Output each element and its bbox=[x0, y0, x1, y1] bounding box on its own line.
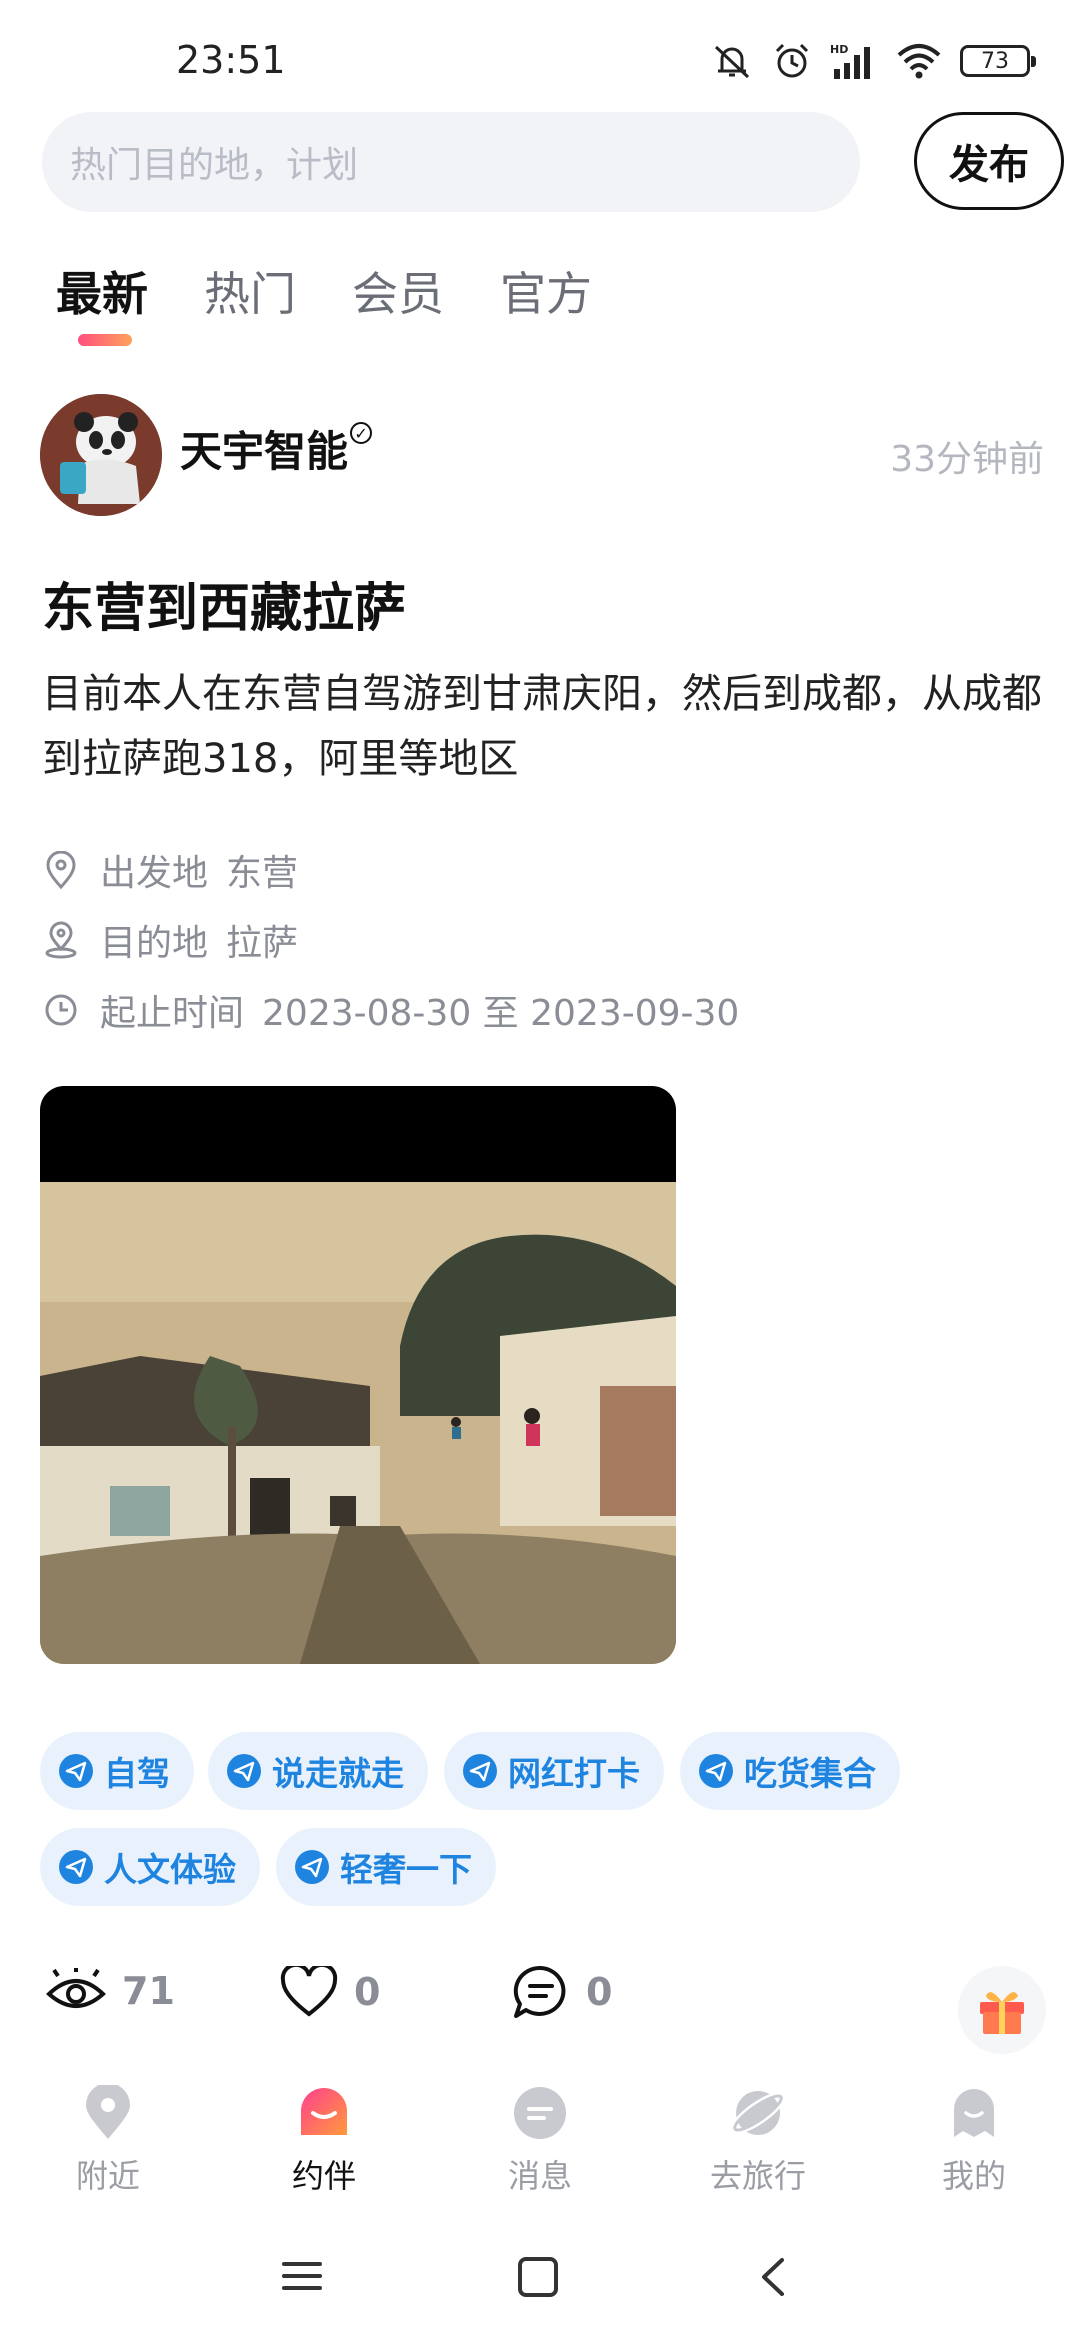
tag-light-luxury[interactable]: 轻奢一下 bbox=[276, 1828, 496, 1906]
planet-icon bbox=[730, 2091, 786, 2135]
signal-icon: HD bbox=[830, 43, 870, 79]
tag-spontaneous[interactable]: 说走就走 bbox=[208, 1732, 428, 1810]
tag-label: 网红打卡 bbox=[508, 1754, 640, 1793]
period-value: 2023-08-30 至 2023-09-30 bbox=[262, 993, 740, 1034]
post-photo[interactable] bbox=[40, 1086, 676, 1664]
departure-row: 出发地 东营 bbox=[44, 844, 298, 896]
eye-icon bbox=[46, 1968, 106, 2008]
nav-label: 我的 bbox=[941, 2157, 1006, 2195]
status-icons: HD 73 bbox=[710, 38, 1036, 84]
gift-button[interactable] bbox=[958, 1966, 1046, 2054]
comment-button[interactable]: 0 bbox=[512, 1964, 612, 2020]
menu-icon[interactable] bbox=[280, 2256, 324, 2296]
views-stat: 71 bbox=[46, 1968, 175, 2014]
search-input[interactable]: 热门目的地，计划 bbox=[42, 112, 860, 212]
likes-count: 0 bbox=[354, 1970, 381, 2014]
nav-nearby[interactable]: 附近 bbox=[38, 2085, 178, 2197]
mute-icon bbox=[714, 45, 750, 79]
status-time: 23:51 bbox=[176, 38, 286, 82]
tag-label: 人文体验 bbox=[104, 1850, 236, 1889]
svg-text:HD: HD bbox=[830, 43, 848, 56]
destination-row: 目的地 拉萨 bbox=[44, 914, 298, 966]
back-icon[interactable] bbox=[756, 2256, 790, 2298]
tag-label: 说走就走 bbox=[272, 1754, 404, 1793]
location-pin-icon bbox=[46, 851, 76, 889]
tag-label: 吃货集合 bbox=[744, 1754, 876, 1793]
views-count: 71 bbox=[122, 1969, 175, 2013]
avatar[interactable] bbox=[40, 394, 162, 516]
author-name-text: 天宇智能 bbox=[180, 427, 349, 476]
tab-indicator bbox=[78, 334, 132, 346]
gift-icon bbox=[980, 1992, 1024, 2034]
nav-messages[interactable]: 消息 bbox=[470, 2085, 610, 2197]
message-icon bbox=[514, 2087, 566, 2139]
battery-level: 73 bbox=[981, 48, 1009, 74]
nav-label: 消息 bbox=[507, 2157, 572, 2195]
send-icon bbox=[295, 1850, 329, 1884]
nav-companion[interactable]: 约伴 bbox=[254, 2085, 394, 2197]
destination-label: 目的地 bbox=[100, 923, 209, 964]
nav-profile[interactable]: 我的 bbox=[904, 2085, 1044, 2197]
publish-button[interactable]: 发布 bbox=[914, 112, 1064, 210]
post-title: 东营到西藏拉萨 bbox=[42, 579, 407, 639]
tag-foodie[interactable]: 吃货集合 bbox=[680, 1732, 900, 1810]
heart-icon bbox=[280, 1966, 338, 2017]
send-icon bbox=[227, 1754, 261, 1788]
nav-label: 去旅行 bbox=[709, 2157, 806, 2195]
home-icon[interactable] bbox=[516, 2256, 560, 2298]
tab-latest[interactable]: 最新 bbox=[56, 258, 148, 324]
period-label: 起止时间 bbox=[100, 993, 245, 1034]
tag-self-drive[interactable]: 自驾 bbox=[40, 1732, 194, 1810]
companion-icon bbox=[301, 2088, 347, 2135]
departure-value: 东营 bbox=[226, 853, 299, 894]
send-icon bbox=[463, 1754, 497, 1788]
nav-label: 附近 bbox=[75, 2157, 140, 2195]
tab-official[interactable]: 官方 bbox=[500, 258, 592, 324]
tag-label: 轻奢一下 bbox=[340, 1850, 472, 1889]
send-icon bbox=[59, 1850, 93, 1884]
battery-icon: 73 bbox=[960, 45, 1036, 77]
tab-bar: 最新 热门 会员 官方 bbox=[56, 258, 592, 324]
post-description: 目前本人在东营自驾游到甘肃庆阳，然后到成都，从成都到拉萨跑318，阿里等地区 bbox=[42, 671, 1042, 782]
tag-label: 自驾 bbox=[104, 1754, 170, 1793]
location-pin-icon bbox=[86, 2085, 130, 2139]
destination-icon bbox=[45, 921, 77, 959]
wifi-icon bbox=[897, 44, 941, 79]
send-icon bbox=[699, 1754, 733, 1788]
verified-badge-icon: ✓ bbox=[350, 422, 373, 444]
tab-member[interactable]: 会员 bbox=[352, 258, 444, 324]
clock-icon bbox=[45, 994, 77, 1026]
tag-influencer-spots[interactable]: 网红打卡 bbox=[444, 1732, 664, 1810]
tab-hot[interactable]: 热门 bbox=[204, 258, 296, 324]
alarm-icon bbox=[775, 43, 809, 78]
period-row: 起止时间 2023-08-30 至 2023-09-30 bbox=[44, 984, 739, 1036]
comment-icon bbox=[513, 1965, 566, 2018]
tag-culture[interactable]: 人文体验 bbox=[40, 1828, 260, 1906]
search-placeholder: 热门目的地，计划 bbox=[70, 145, 359, 186]
comments-count: 0 bbox=[586, 1970, 613, 2014]
profile-icon bbox=[954, 2089, 994, 2137]
author-name[interactable]: 天宇智能 ✓ bbox=[180, 418, 373, 479]
departure-label: 出发地 bbox=[100, 853, 209, 894]
destination-value: 拉萨 bbox=[226, 923, 299, 964]
post-time: 33分钟前 bbox=[890, 439, 1044, 480]
nav-travel[interactable]: 去旅行 bbox=[688, 2085, 828, 2197]
nav-label: 约伴 bbox=[291, 2157, 356, 2195]
send-icon bbox=[59, 1754, 93, 1788]
like-button[interactable]: 0 bbox=[280, 1966, 380, 2018]
